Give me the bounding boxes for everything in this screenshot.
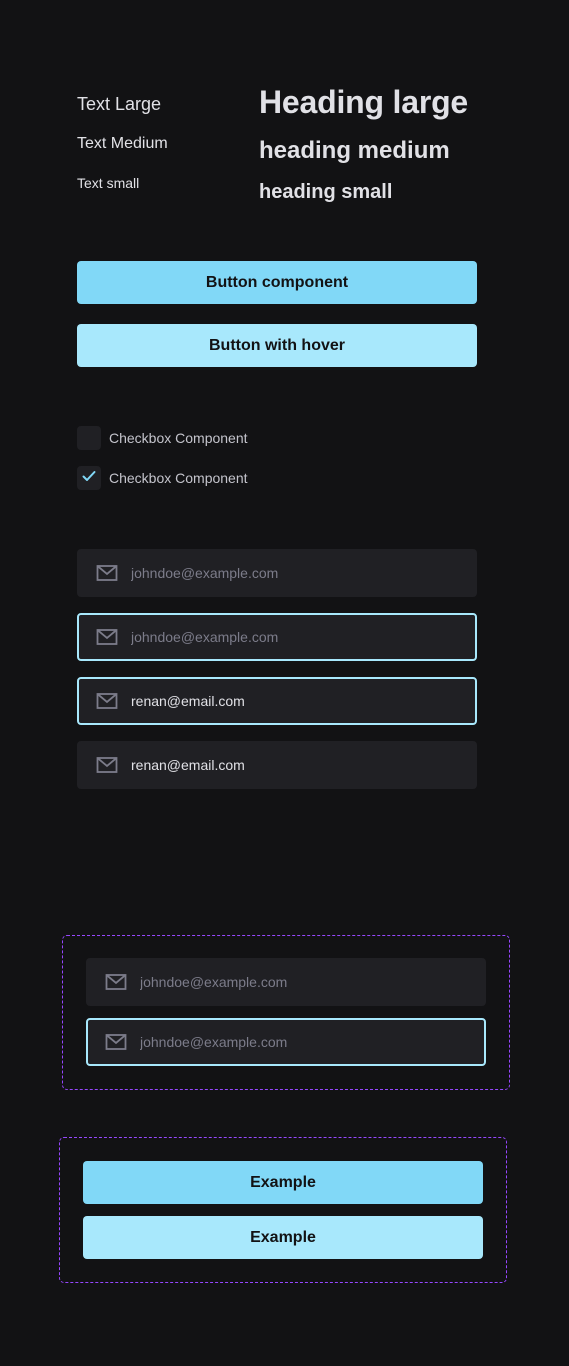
email-field[interactable] <box>131 565 475 581</box>
checkbox-label: Checkbox Component <box>109 430 248 446</box>
email-field[interactable] <box>140 1034 484 1050</box>
text-large: Text Large <box>77 94 162 114</box>
checkbox-checked[interactable]: Checkbox Component <box>77 466 248 490</box>
example-button-primary[interactable]: Example <box>83 1161 483 1204</box>
mail-icon <box>95 561 119 585</box>
mail-icon <box>95 753 119 777</box>
heading-small: heading small <box>259 181 393 203</box>
email-input-filled[interactable] <box>77 741 477 789</box>
text-medium: Text Medium <box>77 135 168 152</box>
input-variants-group <box>62 935 510 1090</box>
heading-medium: heading medium <box>259 137 450 164</box>
example-button-hover[interactable]: Example <box>83 1216 483 1259</box>
email-input-focused[interactable] <box>86 1018 486 1066</box>
email-input-filled-focused[interactable] <box>77 677 477 725</box>
button-variants-group: Example Example <box>59 1137 507 1283</box>
heading-large: Heading large <box>259 84 469 120</box>
checkbox-unchecked[interactable]: Checkbox Component <box>77 426 248 450</box>
checkbox-label: Checkbox Component <box>109 470 248 486</box>
email-field[interactable] <box>131 757 475 773</box>
button-component[interactable]: Button component <box>77 261 477 304</box>
email-input-default[interactable] <box>77 549 477 597</box>
checkbox-box[interactable] <box>77 466 101 490</box>
design-system-page: Text Large Text Medium Text small Headin… <box>0 0 569 1366</box>
checkbox-box[interactable] <box>77 426 101 450</box>
mail-icon <box>95 625 119 649</box>
check-icon <box>81 468 97 489</box>
email-field[interactable] <box>140 974 484 990</box>
email-field[interactable] <box>131 693 475 709</box>
typography-section: Text Large Text Medium Text small Headin… <box>77 84 487 214</box>
mail-icon <box>95 689 119 713</box>
email-input-default[interactable] <box>86 958 486 1006</box>
mail-icon <box>104 970 128 994</box>
text-small: Text small <box>77 175 140 191</box>
email-input-focused[interactable] <box>77 613 477 661</box>
mail-icon <box>104 1030 128 1054</box>
email-field[interactable] <box>131 629 475 645</box>
button-with-hover[interactable]: Button with hover <box>77 324 477 367</box>
